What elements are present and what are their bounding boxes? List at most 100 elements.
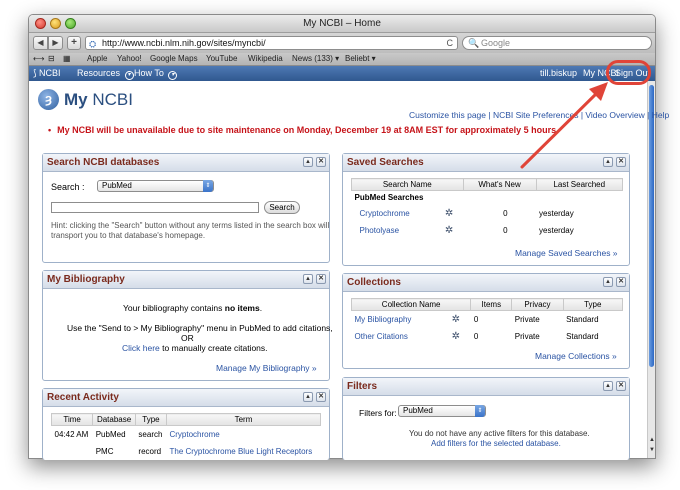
- search-term-input[interactable]: [51, 202, 259, 213]
- url-text: http://www.ncbi.nlm.nih.gov/sites/myncbi…: [102, 38, 266, 48]
- click-here-link[interactable]: Click here: [122, 343, 160, 353]
- scroll-up-arrow[interactable]: ▲: [648, 436, 655, 444]
- close-panel-button[interactable]: ✕: [616, 277, 626, 287]
- search-hint-1: Hint: clicking the "Search" button witho…: [51, 221, 330, 230]
- bookmarks-bar: ⟷ ⊟ ▦ Apple Yahoo! Google Maps YouTube W…: [29, 53, 655, 66]
- select-arrow-icon: ⇕: [475, 405, 485, 417]
- collapse-button[interactable]: ▲: [603, 381, 613, 391]
- manage-bibliography-link[interactable]: Manage My Bibliography »: [216, 363, 317, 373]
- ncbi-logo-link[interactable]: ⟆ NCBI: [33, 68, 61, 79]
- add-filters-link[interactable]: Add filters for the selected database.: [431, 439, 561, 448]
- panel-title: Collections ▲ ✕: [343, 274, 629, 292]
- close-panel-button[interactable]: ✕: [316, 157, 326, 167]
- saved-search-link[interactable]: Cryptochrome: [352, 205, 442, 222]
- manage-collections-link[interactable]: Manage Collections »: [535, 351, 617, 361]
- add-bookmark-button[interactable]: +: [67, 36, 81, 50]
- collapse-button[interactable]: ▲: [303, 157, 313, 167]
- activity-term-link[interactable]: Cryptochrome: [166, 426, 320, 443]
- bookmark-apple[interactable]: Apple: [87, 54, 107, 63]
- logo-ncbi: NCBI: [92, 90, 133, 109]
- panel-title: Filters ▲ ✕: [343, 378, 629, 396]
- scroll-thumb[interactable]: [649, 85, 654, 367]
- customize-link[interactable]: Customize this page: [409, 110, 486, 120]
- collapse-button[interactable]: ▲: [303, 392, 313, 402]
- table-row: Photolyase ✲ 0 yesterday: [352, 222, 623, 239]
- search-hint-2: transport you to that database's homepag…: [51, 231, 206, 240]
- database-select[interactable]: PubMed ⇕: [97, 180, 214, 192]
- bookmark-yahoo[interactable]: Yahoo!: [117, 54, 142, 63]
- collapse-button[interactable]: ▲: [603, 277, 613, 287]
- collapse-button[interactable]: ▲: [603, 157, 613, 167]
- bookmark-news[interactable]: News (133) ▾: [292, 54, 339, 63]
- bookmark-wikipedia[interactable]: Wikipedia: [248, 54, 283, 63]
- vertical-scrollbar[interactable]: ▲ ▼: [647, 81, 655, 458]
- gear-icon[interactable]: ✲: [449, 328, 471, 345]
- help-link[interactable]: Help: [652, 110, 669, 120]
- howto-menu[interactable]: How To ▾: [134, 68, 178, 80]
- manage-saved-searches-link[interactable]: Manage Saved Searches »: [515, 248, 618, 258]
- activity-table: Time Database Type Term 04:42 AM PubMed …: [50, 413, 322, 460]
- col-search-name: Search Name: [351, 178, 464, 191]
- search-panel: Search NCBI databases ▲ ✕ Search : PubMe…: [42, 153, 330, 263]
- web-search-input[interactable]: 🔍 Google: [462, 36, 652, 50]
- col-items: Items: [470, 298, 513, 311]
- resources-menu[interactable]: Resources ▾: [77, 68, 134, 80]
- filters-panel: Filters ▲ ✕ Filters for: PubMed ⇕ You do …: [342, 377, 630, 460]
- activity-term-link[interactable]: The Cryptochrome Blue Light Receptors: [166, 443, 320, 460]
- col-last-searched: Last Searched: [535, 178, 624, 191]
- top-sites-icon[interactable]: ▦: [63, 54, 71, 63]
- bookmarks-book-icon[interactable]: ⊟: [48, 54, 55, 63]
- panel-title: My Bibliography ▲ ✕: [43, 271, 329, 289]
- username-link[interactable]: till.biskup: [540, 68, 577, 78]
- gear-icon[interactable]: ✲: [449, 311, 471, 328]
- window-title: My NCBI – Home: [303, 18, 381, 29]
- panel-title: Recent Activity ▲ ✕: [43, 389, 329, 407]
- table-row: Cryptochrome ✲ 0 yesterday: [352, 205, 623, 222]
- pubmed-searches-group: PubMed Searches: [354, 193, 424, 203]
- forward-button[interactable]: ▶: [48, 36, 63, 50]
- collapse-button[interactable]: ▲: [303, 274, 313, 284]
- col-type: Type: [134, 413, 167, 426]
- col-time: Time: [50, 413, 94, 426]
- table-row: PMC record The Cryptochrome Blue Light R…: [52, 443, 321, 460]
- reload-icon[interactable]: C: [447, 37, 454, 49]
- bookmark-beliebt[interactable]: Beliebt ▾: [345, 54, 376, 63]
- table-row: My Bibliography ✲ 0 Private Standard: [352, 311, 623, 328]
- address-bar[interactable]: ⛭ http://www.ncbi.nlm.nih.gov/sites/mync…: [85, 36, 458, 50]
- site-icon: ⛭: [89, 39, 97, 49]
- gear-icon[interactable]: ✲: [442, 222, 463, 239]
- panel-title: Saved Searches ▲ ✕: [343, 154, 629, 172]
- bookmark-youtube[interactable]: YouTube: [206, 54, 237, 63]
- col-privacy: Privacy: [511, 298, 564, 311]
- collections-table: Collection Name Items Privacy Type My Bi…: [350, 298, 624, 345]
- saved-searches-table: Search Name What's New Last Searched Pub…: [351, 178, 624, 239]
- search-placeholder: Google: [481, 38, 511, 48]
- bibliography-or: OR: [181, 333, 194, 343]
- video-overview-link[interactable]: Video Overview: [585, 110, 644, 120]
- close-panel-button[interactable]: ✕: [616, 157, 626, 167]
- close-panel-button[interactable]: ✕: [316, 274, 326, 284]
- logo-my: My: [64, 90, 88, 109]
- filters-database-select[interactable]: PubMed ⇕: [398, 405, 486, 417]
- scroll-down-arrow[interactable]: ▼: [648, 446, 655, 454]
- search-db-label: Search :: [51, 182, 85, 192]
- preferences-link[interactable]: NCBI Site Preferences: [493, 110, 579, 120]
- filters-for-label: Filters for:: [359, 408, 397, 418]
- saved-searches-panel: Saved Searches ▲ ✕ Search Name What's Ne…: [342, 153, 630, 266]
- collection-link[interactable]: Other Citations: [352, 328, 449, 345]
- close-panel-button[interactable]: ✕: [316, 392, 326, 402]
- bibliography-count: Your bibliography contains no items.: [123, 303, 263, 313]
- table-row: 04:42 AM PubMed search Cryptochrome: [52, 426, 321, 443]
- bookmark-google-maps[interactable]: Google Maps: [150, 54, 198, 63]
- back-button[interactable]: ◀: [33, 36, 48, 50]
- no-filters-message: You do not have any active filters for t…: [409, 429, 590, 438]
- close-panel-button[interactable]: ✕: [616, 381, 626, 391]
- collection-link[interactable]: My Bibliography: [352, 311, 449, 328]
- reading-list-icon[interactable]: ⟷: [33, 54, 44, 63]
- saved-search-link[interactable]: Photolyase: [352, 222, 442, 239]
- col-type: Type: [562, 298, 624, 311]
- title-bar: My NCBI – Home: [29, 15, 655, 33]
- gear-icon[interactable]: ✲: [442, 205, 463, 222]
- search-button[interactable]: Search: [264, 201, 300, 214]
- col-database: Database: [92, 413, 136, 426]
